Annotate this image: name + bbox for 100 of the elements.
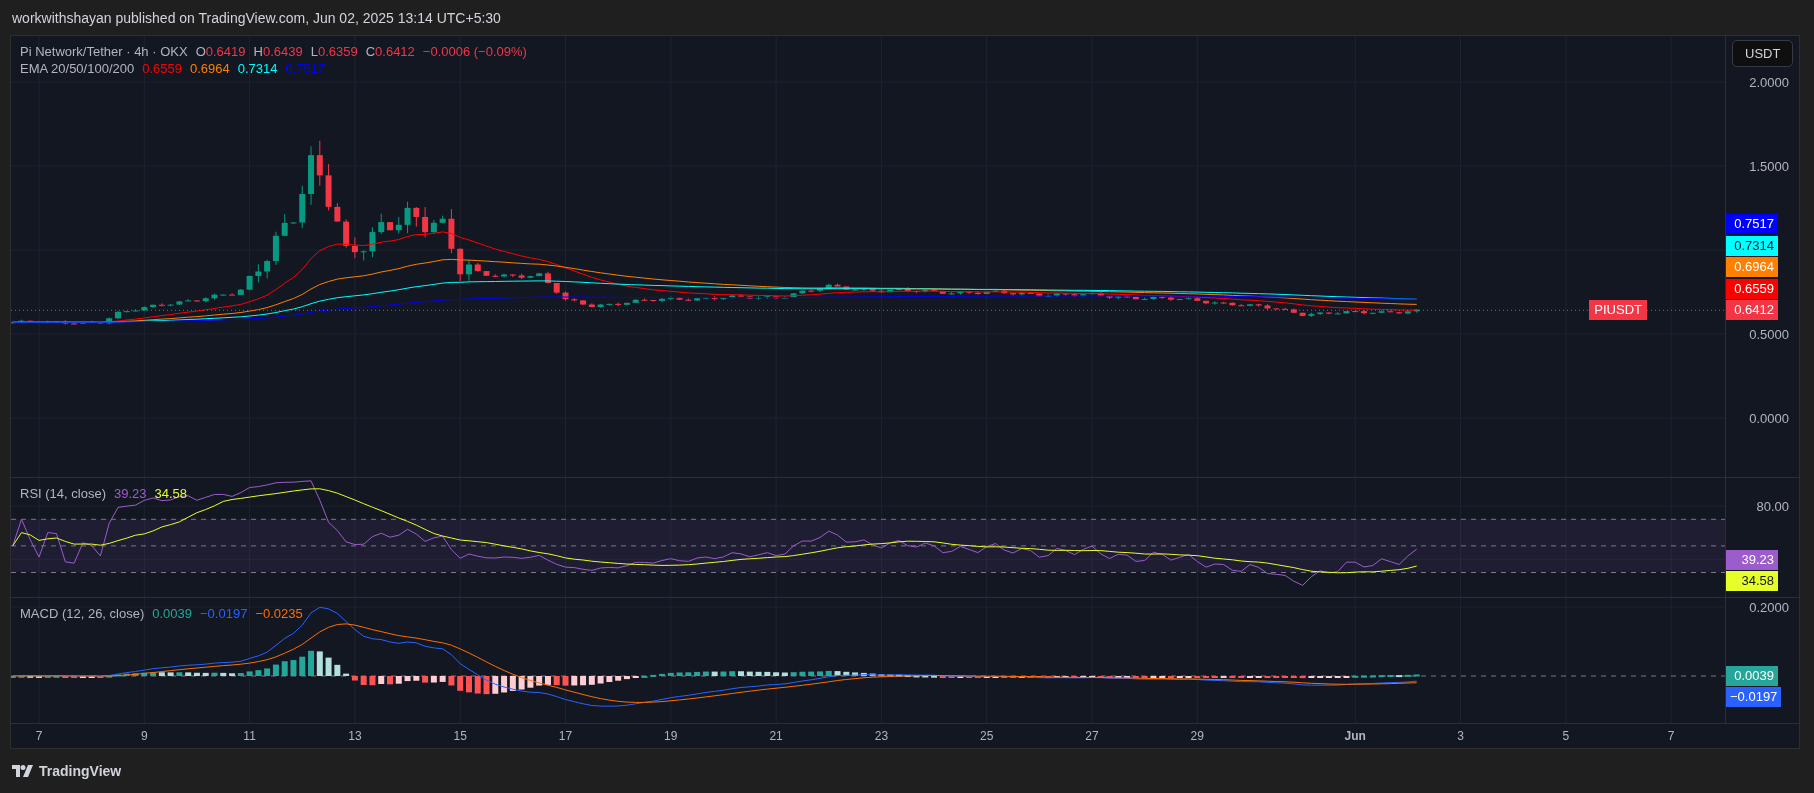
time-axis-label: 21 <box>769 729 783 743</box>
histogram-bar <box>799 671 806 676</box>
histogram-bar <box>466 676 472 693</box>
time-axis-label: 25 <box>980 729 994 743</box>
histogram-bar <box>650 674 657 677</box>
histogram-bar <box>132 673 139 676</box>
rsi-tag: 34.58 <box>1726 571 1778 592</box>
indicator-title: MACD (12, 26, close) <box>20 606 145 621</box>
histogram-bar <box>738 671 744 676</box>
indicator-value: 34.58 <box>154 486 188 501</box>
price-axis-label: 0.5000 <box>1749 326 1789 342</box>
histogram-bar <box>746 671 753 676</box>
histogram-bar <box>404 676 411 682</box>
time-axis-label: 13 <box>348 729 362 743</box>
histogram-bar <box>44 675 51 678</box>
price-tag: 0.7517 <box>1726 214 1778 235</box>
histogram-bar <box>711 671 718 676</box>
histogram-bar <box>825 670 832 676</box>
histogram-bar <box>562 676 569 686</box>
histogram-bar <box>571 676 578 686</box>
ohlc-value: 0.6439 <box>262 44 303 59</box>
histogram-bar <box>413 676 420 681</box>
histogram-bar <box>211 672 218 676</box>
histogram-bar <box>641 675 648 678</box>
histogram-bar <box>36 675 42 678</box>
histogram-bar <box>387 676 393 685</box>
price-axis-label: 1.5000 <box>1749 158 1789 174</box>
symbol-title: Pi Network/Tether · 4h · OKX <box>20 44 188 59</box>
symbol-tag: PIUSDT <box>1589 300 1647 321</box>
time-axis-label: 29 <box>1190 729 1204 743</box>
time-axis-label: 7 <box>1667 729 1675 743</box>
histogram-bar <box>325 657 332 676</box>
indicator-value: 0.6559 <box>142 61 182 76</box>
histogram-bar <box>360 676 367 685</box>
price-axis-label: 0.0000 <box>1749 410 1789 426</box>
price-tag: 0.6412 <box>1726 300 1778 321</box>
histogram-bar <box>685 672 692 676</box>
time-axis-label: 27 <box>1085 729 1099 743</box>
histogram-bar <box>246 671 253 676</box>
histogram-bar <box>27 675 34 678</box>
indicator-value: 0.0039 <box>152 606 193 621</box>
time-axis-label: 7 <box>35 729 43 743</box>
indicator-title: EMA 20/50/100/200 <box>20 61 135 76</box>
histogram-bar <box>790 672 797 676</box>
time-axis-label: 9 <box>140 729 148 743</box>
ohlc-value: 0.6359 <box>317 44 358 59</box>
histogram-bar <box>141 672 148 676</box>
histogram-bar <box>764 671 771 676</box>
price-tag: 0.6964 <box>1726 257 1778 278</box>
histogram-bar <box>518 676 525 690</box>
macd-axis-label: 0.2000 <box>1749 599 1789 615</box>
histogram-bar <box>817 671 823 676</box>
histogram-bar <box>913 675 920 678</box>
histogram-bar <box>1387 675 1394 678</box>
time-axis-label: 23 <box>874 729 889 743</box>
time-axis-label: 5 <box>1562 729 1570 743</box>
brand-name: TradingView <box>39 763 122 779</box>
histogram-bar <box>755 671 762 676</box>
histogram-bar <box>299 656 306 676</box>
histogram-bar <box>334 664 341 676</box>
histogram-bar <box>176 672 183 676</box>
histogram-bar <box>1378 675 1385 678</box>
time-axis-label: 3 <box>1457 729 1464 743</box>
histogram-bar <box>606 676 613 683</box>
histogram-bar <box>729 671 736 676</box>
currency-button[interactable]: USDT <box>1732 40 1794 67</box>
histogram-bar <box>527 676 534 688</box>
histogram-bar <box>597 676 604 684</box>
histogram-bar <box>834 671 841 676</box>
ohlc-label: L <box>310 44 318 59</box>
indicator-value: −0.0197 <box>200 606 248 621</box>
indicator-value: 0.7314 <box>237 61 278 76</box>
histogram-bar <box>439 676 446 682</box>
histogram-bar <box>869 673 876 676</box>
indicator-value: −0.0235 <box>255 606 303 621</box>
ohlc-value: 0.6412 <box>375 44 415 59</box>
histogram-bar <box>457 676 464 691</box>
histogram-bar <box>53 675 60 678</box>
tradingview-logo-icon <box>12 765 34 777</box>
histogram-bar <box>492 676 499 694</box>
histogram-bar <box>720 671 727 676</box>
histogram-bar <box>474 676 481 694</box>
indicator-value: 39.23 <box>114 486 147 501</box>
histogram-bar <box>220 672 227 676</box>
rsi-axis-label: 80.00 <box>1756 498 1789 514</box>
histogram-bar <box>255 670 262 676</box>
histogram-bar <box>448 676 455 686</box>
ohlc-label: H <box>253 44 263 59</box>
histogram-bar <box>553 676 560 686</box>
histogram-bar <box>395 676 402 684</box>
indicator-value: 0.7517 <box>285 61 326 76</box>
price-axis-label: 2.0000 <box>1749 74 1789 90</box>
time-axis-label: 15 <box>453 729 467 743</box>
publish-info: workwithshayan published on TradingView.com, Jun 02, 2025 13:14 UTC+5:30 <box>11 8 502 28</box>
time-axis-label: 11 <box>243 729 256 743</box>
price-tag: 0.6559 <box>1726 278 1778 299</box>
indicator-value: 0.6964 <box>189 61 230 76</box>
ohlc-label: C <box>365 44 376 59</box>
time-axis-label: 19 <box>664 729 678 743</box>
macd-tag: 0.0039 <box>1726 666 1778 686</box>
